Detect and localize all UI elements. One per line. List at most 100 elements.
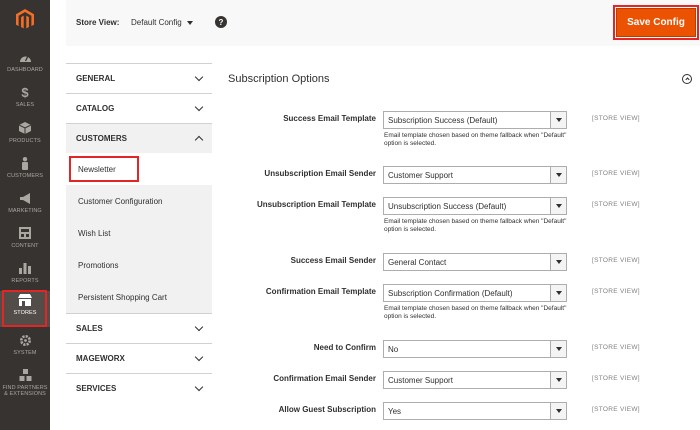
dropdown-arrow-icon [550, 285, 566, 301]
section-customers[interactable]: CUSTOMERS [66, 123, 212, 153]
help-icon[interactable]: ? [215, 16, 227, 28]
field-label: Need to Confirm [313, 343, 376, 352]
layout-icon [18, 226, 32, 240]
admin-nav: DASHBOARD $ SALES PRODUCTS CUSTOMERS MAR… [0, 0, 50, 430]
sidebar-item-customer-configuration[interactable]: Customer Configuration [66, 185, 212, 217]
box-icon [18, 121, 32, 135]
bar-chart-icon [18, 261, 32, 275]
scope-label: [STORE VIEW] [592, 375, 640, 382]
select-value: Subscription Success (Default) [388, 115, 498, 125]
chevron-down-icon [194, 72, 204, 82]
chevron-down-icon [194, 382, 204, 392]
caret-down-icon [186, 20, 193, 25]
scope-label: [STORE VIEW] [592, 406, 640, 413]
section-label: CATALOG [76, 104, 115, 113]
dropdown-arrow-icon [550, 403, 566, 419]
confirmation-email-sender-select[interactable]: Customer Support [383, 371, 567, 389]
sidebar-item-label: Wish List [78, 228, 111, 238]
section-label: CUSTOMERS [76, 134, 127, 143]
magento-logo[interactable] [0, 0, 50, 38]
nav-dashboard[interactable]: DASHBOARD [0, 48, 50, 84]
store-view-switcher[interactable]: Default Config [131, 18, 193, 27]
dropdown-arrow-icon [550, 254, 566, 270]
field-label: Success Email Template [283, 114, 376, 123]
config-sidebar: GENERAL CATALOG CUSTOMERS Newsletter Cus… [66, 63, 212, 403]
gear-icon [18, 333, 32, 347]
save-config-button[interactable]: Save Config [613, 5, 699, 40]
scope-label: [STORE VIEW] [592, 344, 640, 351]
customers-submenu: Newsletter Customer Configuration Wish L… [66, 153, 212, 313]
sidebar-item-label: Customer Configuration [78, 196, 163, 206]
sidebar-item-wish-list[interactable]: Wish List [66, 217, 212, 249]
sidebar-item-promotions[interactable]: Promotions [66, 249, 212, 281]
unsubscription-email-sender-select[interactable]: Customer Support [383, 166, 567, 184]
section-general[interactable]: GENERAL [66, 63, 212, 93]
dropdown-arrow-icon [550, 198, 566, 214]
collapse-icon[interactable] [682, 74, 692, 84]
section-mageworx[interactable]: MAGEWORX [66, 343, 212, 373]
scope-label: [STORE VIEW] [592, 288, 640, 295]
section-sales[interactable]: SALES [66, 313, 212, 343]
field-label: Confirmation Email Sender [273, 374, 376, 383]
section-label: SALES [76, 324, 103, 333]
chevron-up-icon [194, 135, 204, 145]
allow-guest-subscription-select[interactable]: Yes [383, 402, 567, 420]
chevron-down-icon [194, 352, 204, 362]
section-label: MAGEWORX [76, 354, 125, 363]
field-label: Confirmation Email Template [265, 287, 376, 296]
select-value: Unsubscription Success (Default) [388, 201, 507, 211]
nav-content[interactable]: CONTENT [0, 224, 50, 260]
field-note: Email template chosen based on theme fal… [384, 132, 567, 147]
success-email-sender-select[interactable]: General Contact [383, 253, 567, 271]
speedometer-icon [18, 50, 32, 64]
success-email-template-select[interactable]: Subscription Success (Default) [383, 111, 567, 129]
unsubscription-email-template-select[interactable]: Unsubscription Success (Default) [383, 197, 567, 215]
nav-products[interactable]: PRODUCTS [0, 119, 50, 155]
dollar-icon: $ [21, 84, 29, 100]
field-label: Success Email Sender [290, 256, 376, 265]
dropdown-arrow-icon [550, 341, 566, 357]
section-label: SERVICES [76, 384, 117, 393]
field-note: Email template chosen based on theme fal… [384, 305, 567, 320]
select-value: Customer Support [388, 170, 453, 180]
page-header: Store View: Default Config ? Save Config [66, 0, 700, 46]
field-label: Unsubscription Email Template [257, 200, 376, 209]
dropdown-arrow-icon [550, 167, 566, 183]
scope-label: [STORE VIEW] [592, 257, 640, 264]
dropdown-arrow-icon [550, 372, 566, 388]
newsletter-highlight [69, 156, 139, 182]
nav-sales[interactable]: $ SALES [0, 83, 50, 119]
sidebar-item-label: Promotions [78, 260, 119, 270]
field-label: Allow Guest Subscription [278, 405, 376, 414]
person-icon [18, 156, 32, 170]
select-value: No [388, 344, 399, 354]
nav-marketing[interactable]: MARKETING [0, 189, 50, 225]
section-services[interactable]: SERVICES [66, 373, 212, 403]
field-label: Unsubscription Email Sender [264, 169, 376, 178]
magento-logo-icon [16, 8, 34, 29]
sidebar-item-newsletter[interactable]: Newsletter [66, 153, 212, 185]
need-to-confirm-select[interactable]: No [383, 340, 567, 358]
dropdown-arrow-icon [550, 112, 566, 128]
sidebar-item-persistent-shopping-cart[interactable]: Persistent Shopping Cart [66, 281, 212, 313]
sidebar-item-label: Persistent Shopping Cart [78, 292, 167, 302]
nav-customers[interactable]: CUSTOMERS [0, 154, 50, 190]
nav-system[interactable]: SYSTEM [0, 331, 50, 367]
select-value: Subscription Confirmation (Default) [388, 288, 513, 298]
confirmation-email-template-select[interactable]: Subscription Confirmation (Default) [383, 284, 567, 302]
nav-find-partners[interactable]: FIND PARTNERS & EXTENSIONS [0, 366, 50, 410]
cubes-icon [18, 368, 32, 382]
chevron-down-icon [194, 322, 204, 332]
section-label: GENERAL [76, 74, 116, 83]
select-value: General Contact [388, 257, 447, 267]
stores-highlight [2, 290, 47, 327]
section-catalog[interactable]: CATALOG [66, 93, 212, 123]
select-value: Customer Support [388, 375, 453, 385]
select-value: Yes [388, 406, 402, 416]
scope-label: [STORE VIEW] [592, 115, 640, 122]
store-view-label: Store View: [76, 18, 120, 27]
section-title[interactable]: Subscription Options [228, 73, 330, 85]
store-view-value: Default Config [131, 18, 182, 27]
megaphone-icon [18, 191, 32, 205]
field-note: Email template chosen based on theme fal… [384, 218, 567, 233]
